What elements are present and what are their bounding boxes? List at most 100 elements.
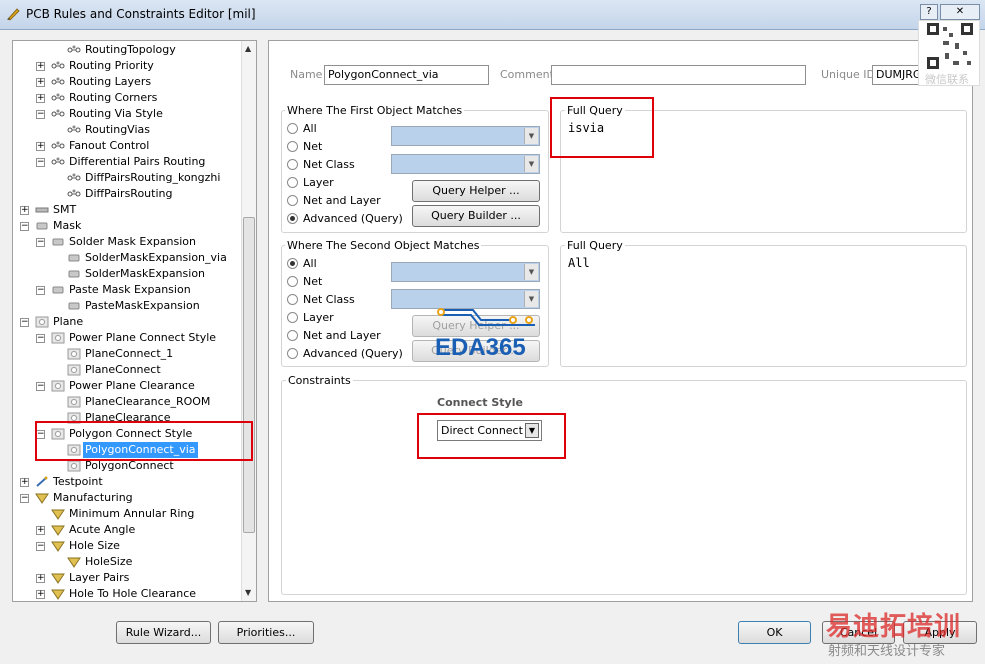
name-label: Name [290,68,323,81]
first-match-radio[interactable] [287,213,298,224]
circuit-trace-icon [437,308,535,326]
second-match-radio[interactable] [287,294,298,305]
tree-item[interactable]: − Paste Mask Expansion [13,282,241,298]
tree-item[interactable]: SolderMaskExpansion [13,266,241,282]
manufacturing-icon [51,508,65,520]
scroll-down-icon[interactable]: ▼ [245,588,251,597]
ok-button[interactable]: OK [738,621,811,644]
second-match-radio[interactable] [287,258,298,269]
collapse-icon[interactable]: − [20,494,29,503]
priorities-button[interactable]: Priorities... [218,621,314,644]
tree-item[interactable]: − Power Plane Clearance [13,378,241,394]
tree-item[interactable]: + Hole To Hole Clearance [13,586,241,601]
collapse-icon[interactable]: − [36,382,45,391]
rules-tree: RoutingTopology + Routing Priority + Routing… [12,40,257,602]
tree-item[interactable]: + SMT [13,202,241,218]
tree-item[interactable]: − Solder Mask Expansion [13,234,241,250]
expand-icon[interactable]: + [20,478,29,487]
first-net-combo[interactable]: ▼ [391,126,540,146]
first-match-radio[interactable] [287,141,298,152]
tree-item[interactable]: PasteMaskExpansion [13,298,241,314]
first-match-radio-label: Layer [303,176,334,189]
second-full-query-group [560,245,967,367]
expand-icon[interactable]: + [36,590,45,599]
collapse-icon[interactable]: − [36,286,45,295]
first-query-builder-button[interactable]: Query Builder ... [412,205,540,227]
expand-icon[interactable]: + [36,526,45,535]
tree-item[interactable]: − Mask [13,218,241,234]
tree-item[interactable]: + Acute Angle [13,522,241,538]
expand-icon[interactable]: + [36,574,45,583]
first-netclass-combo[interactable]: ▼ [391,154,540,174]
collapse-icon[interactable]: − [20,318,29,327]
tree-item[interactable]: − Hole Size [13,538,241,554]
tree-item[interactable]: RoutingTopology [13,42,241,58]
help-button[interactable]: ? [920,4,938,20]
expand-icon[interactable]: + [36,142,45,151]
rule-wizard-button[interactable]: Rule Wizard... [116,621,211,644]
tree-item[interactable]: DiffPairsRouting_kongzhi [13,170,241,186]
second-full-query-text[interactable]: All [568,256,590,270]
collapse-icon[interactable]: − [36,158,45,167]
plane-icon [67,348,81,360]
constraints-group [281,380,967,595]
second-match-radio[interactable] [287,312,298,323]
tree-item[interactable]: + Routing Layers [13,74,241,90]
tree-item[interactable]: − Plane [13,314,241,330]
tree-item[interactable]: − Manufacturing [13,490,241,506]
expand-icon[interactable]: + [36,78,45,87]
comment-input[interactable] [551,65,806,85]
expand-icon[interactable]: + [36,94,45,103]
second-match-radio[interactable] [287,348,298,359]
second-match-radio[interactable] [287,276,298,287]
first-match-radio[interactable] [287,177,298,188]
tree-item[interactable]: HoleSize [13,554,241,570]
collapse-icon[interactable]: − [36,542,45,551]
close-button[interactable]: ✕ [940,4,980,20]
tree-item-label: Routing Corners [69,91,158,104]
name-input[interactable]: PolygonConnect_via [324,65,489,85]
plane-icon [51,380,65,392]
tree-item-label: RoutingTopology [85,43,176,56]
connect-style-label: Connect Style [437,396,523,409]
expand-icon[interactable]: + [20,206,29,215]
second-net-combo[interactable]: ▼ [391,262,540,282]
tree-item[interactable]: DiffPairsRouting [13,186,241,202]
tree-item[interactable]: SolderMaskExpansion_via [13,250,241,266]
category-icon [51,156,65,168]
first-match-radio[interactable] [287,195,298,206]
collapse-icon[interactable]: − [36,334,45,343]
tree-item[interactable]: − Differential Pairs Routing [13,154,241,170]
tree-item[interactable]: PlaneClearance_ROOM [13,394,241,410]
second-match-radio-label: Advanced (Query) [303,347,403,360]
tree-item[interactable]: RoutingVias [13,122,241,138]
first-query-helper-button[interactable]: Query Helper ... [412,180,540,202]
tree-item[interactable]: − Routing Via Style [13,106,241,122]
qr-watermark: 微信联系 [918,20,980,86]
plane-icon [35,316,49,328]
tree-item-label: SolderMaskExpansion_via [85,251,227,264]
collapse-icon[interactable]: − [20,222,29,231]
collapse-icon[interactable]: − [36,110,45,119]
tree-item[interactable]: + Layer Pairs [13,570,241,586]
tree-item-label: PlaneConnect_1 [85,347,174,360]
tree-item[interactable]: PlaneConnect [13,362,241,378]
scroll-up-icon[interactable]: ▲ [245,44,251,53]
tree-item[interactable]: + Routing Corners [13,90,241,106]
tree-item-label: SMT [53,203,77,216]
scroll-thumb[interactable] [243,217,255,533]
tree-item[interactable]: PlaneConnect_1 [13,346,241,362]
rules-tree-list: RoutingTopology + Routing Priority + Routing… [13,41,241,601]
first-match-radio[interactable] [287,123,298,134]
second-match-radio-label: Net Class [303,293,355,306]
tree-item[interactable]: Minimum Annular Ring [13,506,241,522]
tree-item[interactable]: − Power Plane Connect Style [13,330,241,346]
first-match-radio[interactable] [287,159,298,170]
tree-item[interactable]: + Testpoint [13,474,241,490]
collapse-icon[interactable]: − [36,238,45,247]
tree-item[interactable]: + Routing Priority [13,58,241,74]
tree-scrollbar[interactable]: ▲ ▼ [241,41,256,601]
expand-icon[interactable]: + [36,62,45,71]
tree-item[interactable]: + Fanout Control [13,138,241,154]
second-match-radio[interactable] [287,330,298,341]
